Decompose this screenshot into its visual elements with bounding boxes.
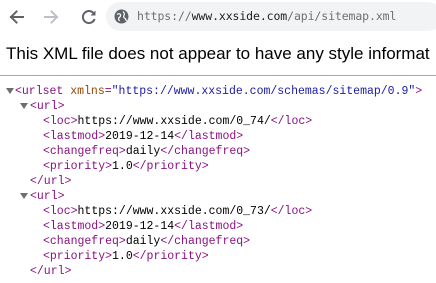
priority-tag-close: </priority> — [132, 250, 209, 263]
lastmod-value: 2019-12-14 — [105, 130, 175, 143]
reload-icon — [79, 7, 99, 27]
url-tag-close: </url> — [30, 265, 72, 278]
lastmod-tag-close: </lastmod> — [174, 130, 244, 143]
url-close-line: </url> — [30, 174, 71, 189]
root-tag-open: <urlset — [15, 85, 64, 98]
loc-value: https://www.xxside.com/0_73/ — [77, 205, 271, 218]
loc-tag-close: </loc> — [270, 205, 313, 218]
url-text: https://www.xxside.com/api/sitemap.xml — [137, 9, 396, 23]
url-domain: www.xxside.com — [191, 9, 288, 23]
priority-line: <priority>1.0</priority> — [43, 249, 209, 264]
loc-value: https://www.xxside.com/0_74/ — [77, 115, 271, 128]
loc-line: <loc>https://www.xxside.com/0_74/</loc> — [43, 114, 312, 129]
url-tag-open: <url> — [30, 190, 65, 203]
priority-tag-open: <priority> — [43, 250, 113, 263]
lastmod-line: <lastmod>2019-12-14</lastmod> — [43, 219, 243, 234]
reload-button[interactable] — [79, 7, 99, 27]
loc-tag-open: <loc> — [43, 205, 78, 218]
lastmod-tag-close: </lastmod> — [174, 220, 244, 233]
priority-tag-open: <priority> — [43, 160, 113, 173]
loc-line: <loc>https://www.xxside.com/0_73/</loc> — [43, 204, 312, 219]
root-tag-bracket: > — [415, 85, 423, 98]
lastmod-tag-open: <lastmod> — [43, 220, 106, 233]
changefreq-tag-open: <changefreq> — [43, 145, 126, 158]
no-style-banner: This XML file does not appear to have an… — [0, 34, 436, 76]
arrow-left-icon — [7, 7, 27, 27]
priority-value: 1.0 — [112, 250, 133, 263]
address-bar[interactable]: https://www.xxside.com/api/sitemap.xml — [106, 2, 436, 31]
no-style-message: This XML file does not appear to have an… — [6, 44, 430, 63]
changefreq-tag-close: </changefreq> — [160, 145, 251, 158]
priority-value: 1.0 — [112, 160, 133, 173]
url-tag-close: </url> — [30, 175, 72, 188]
lastmod-value: 2019-12-14 — [105, 220, 175, 233]
globe-icon[interactable] — [114, 9, 129, 24]
url-close-line: </url> — [30, 264, 71, 279]
back-button[interactable] — [7, 7, 27, 27]
changefreq-tag-close: </changefreq> — [160, 235, 251, 248]
url-path: /api/sitemap.xml — [287, 9, 397, 23]
arrow-right-icon — [41, 7, 61, 27]
priority-line: <priority>1.0</priority> — [43, 159, 209, 174]
collapse-triangle-icon[interactable] — [20, 193, 28, 199]
collapse-triangle-icon[interactable] — [20, 103, 28, 109]
changefreq-line: <changefreq>daily</changefreq> — [43, 234, 250, 249]
priority-tag-close: </priority> — [132, 160, 209, 173]
lastmod-line: <lastmod>2019-12-14</lastmod> — [43, 129, 243, 144]
changefreq-line: <changefreq>daily</changefreq> — [43, 144, 250, 159]
url-tag-open: <url> — [30, 100, 65, 113]
url-scheme: https:// — [137, 9, 192, 23]
loc-tag-open: <loc> — [43, 115, 78, 128]
forward-button[interactable] — [41, 7, 61, 27]
browser-toolbar: https://www.xxside.com/api/sitemap.xml — [0, 0, 436, 34]
collapse-triangle-icon[interactable] — [6, 88, 14, 94]
lastmod-tag-open: <lastmod> — [43, 130, 106, 143]
loc-tag-close: </loc> — [270, 115, 313, 128]
changefreq-value: daily — [125, 145, 161, 158]
root-attr-value: "https://www.xxside.com/schemas/sitemap/… — [111, 85, 416, 98]
changefreq-tag-open: <changefreq> — [43, 235, 126, 248]
root-attr-name: xmlns — [70, 85, 105, 98]
changefreq-value: daily — [125, 235, 161, 248]
